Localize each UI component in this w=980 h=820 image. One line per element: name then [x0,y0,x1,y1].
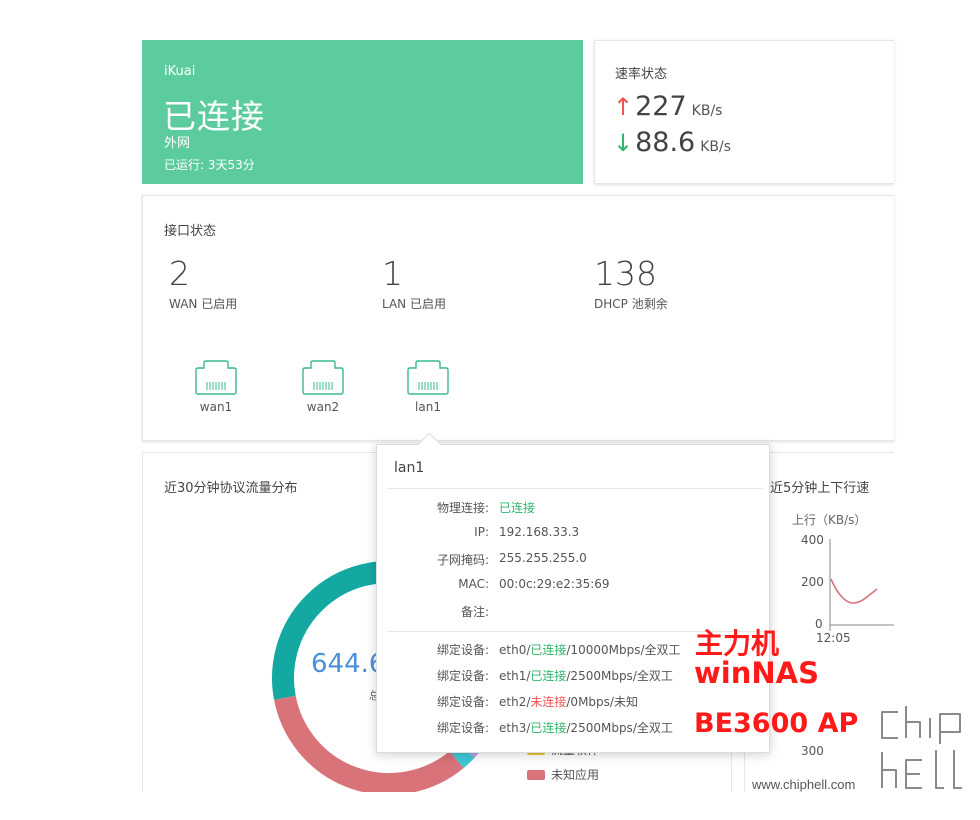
y-tick: 200 [801,575,824,589]
binding-iface: eth2/ [499,695,531,709]
watermark-url: www.chiphell.com [752,777,856,792]
download-rate: ↓ 88.6 KB/s [613,127,731,158]
download-unit: KB/s [700,139,732,155]
detail-value: 192.168.33.3 [499,525,580,539]
upload-series-line [830,578,878,604]
upload-rate: ↑ 227 KB/s [613,91,722,122]
port-label: wan1 [199,400,233,414]
binding-speed: /0Mbps/未知 [566,695,638,709]
detail-label: MAC: [458,577,489,591]
lan-stat: 1 LAN 已启用 [382,254,446,312]
annotation-nas: winNAS [694,656,819,690]
binding-label: 绑定设备: [436,643,489,657]
binding-value: eth0/已连接/10000Mbps/全双工 [499,641,681,658]
interface-status-card: 接口状态 2 WAN 已启用 1 LAN 已启用 138 DHCP 池剩余 wa… [142,195,894,441]
upload-line-chart [829,539,894,631]
rate-title: 速率状态 [615,67,668,82]
dhcp-count: 138 [594,254,657,293]
detail-label: 子网掩码: [436,553,489,567]
y-tick: 400 [801,533,824,547]
upload-unit: KB/s [691,103,723,119]
port-wan2[interactable]: wan2 [293,358,353,414]
connection-status: 已连接 [163,97,265,136]
detail-label: IP: [474,525,489,539]
binding-label: 绑定设备: [436,721,489,735]
lan-count: 1 [382,254,403,293]
brand-name: iKuai [164,64,196,79]
legend-label: 未知应用 [551,768,600,782]
wan-stat: 2 WAN 已启用 [169,254,237,312]
lan-label: LAN 已启用 [382,297,446,311]
uptime-text: 已运行: 3天53分 [164,158,255,172]
ethernet-port-icon [195,360,237,395]
binding-value: eth3/已连接/2500Mbps/全双工 [499,719,673,736]
binding-iface: eth1/ [499,669,531,683]
detail-value: 已连接 [499,501,536,515]
port-label: wan2 [306,400,340,414]
binding-speed: /2500Mbps/全双工 [566,669,673,683]
binding-speed: /10000Mbps/全双工 [566,643,681,657]
binding-speed: /2500Mbps/全双工 [566,721,673,735]
binding-label: 绑定设备: [436,695,489,709]
arrow-down-icon: ↓ [613,129,634,157]
divider [387,488,763,489]
binding-status: 未连接 [530,695,567,709]
rate-card: 速率状态 ↑ 227 KB/s ↓ 88.6 KB/s [594,40,894,184]
wan-count: 2 [169,254,190,293]
detail-label: 备注: [460,605,489,619]
dhcp-label: DHCP 池剩余 [594,297,668,311]
status-card: iKuai 已连接 外网 已运行: 3天53分 [142,40,583,184]
ethernet-port-icon [407,360,449,395]
detail-value: 00:0c:29:e2:35:69 [499,577,610,591]
binding-iface: eth0/ [499,643,531,657]
binding-value: eth1/已连接/2500Mbps/全双工 [499,667,673,684]
detail-label: 物理连接: [436,501,489,515]
traffic-title: 近30分钟协议流量分布 [164,481,298,496]
port-detail-popup: lan1 物理连接: 已连接 IP: 192.168.33.3 子网掩码: 25… [376,444,770,753]
binding-status: 已连接 [530,721,567,735]
x-tick: 12:05 [816,631,851,645]
arrow-up-icon: ↑ [613,93,634,121]
interface-status-title: 接口状态 [164,224,217,239]
speed-chart-title: 近5分钟上下行速 [770,481,870,496]
ethernet-port-icon [302,360,344,395]
chiphell-watermark-logo [878,706,964,792]
binding-value: eth2/未连接/0Mbps/未知 [499,693,638,710]
popup-title: lan1 [394,460,425,476]
binding-iface: eth3/ [499,721,531,735]
y-tick: 300 [801,744,824,758]
y-tick: 0 [815,617,823,631]
connection-type: 外网 [164,136,191,151]
binding-status: 已连接 [530,643,567,657]
binding-label: 绑定设备: [436,669,489,683]
download-value: 88.6 [635,127,696,158]
legend-item[interactable]: 未知应用 [527,766,599,783]
detail-value: 255.255.255.0 [499,551,587,565]
upload-value: 227 [635,91,687,122]
port-wan1[interactable]: wan1 [186,358,246,414]
upload-axis-label: 上行（KB/s） [792,513,867,527]
dhcp-stat: 138 DHCP 池剩余 [594,254,668,312]
donut-total-value: 644.6 [311,649,386,679]
wan-label: WAN 已启用 [169,297,238,311]
legend-swatch [527,769,545,780]
binding-status: 已连接 [530,669,567,683]
annotation-ap: BE3600 AP [694,708,859,739]
port-label: lan1 [415,400,441,414]
port-lan1[interactable]: lan1 [398,358,458,414]
